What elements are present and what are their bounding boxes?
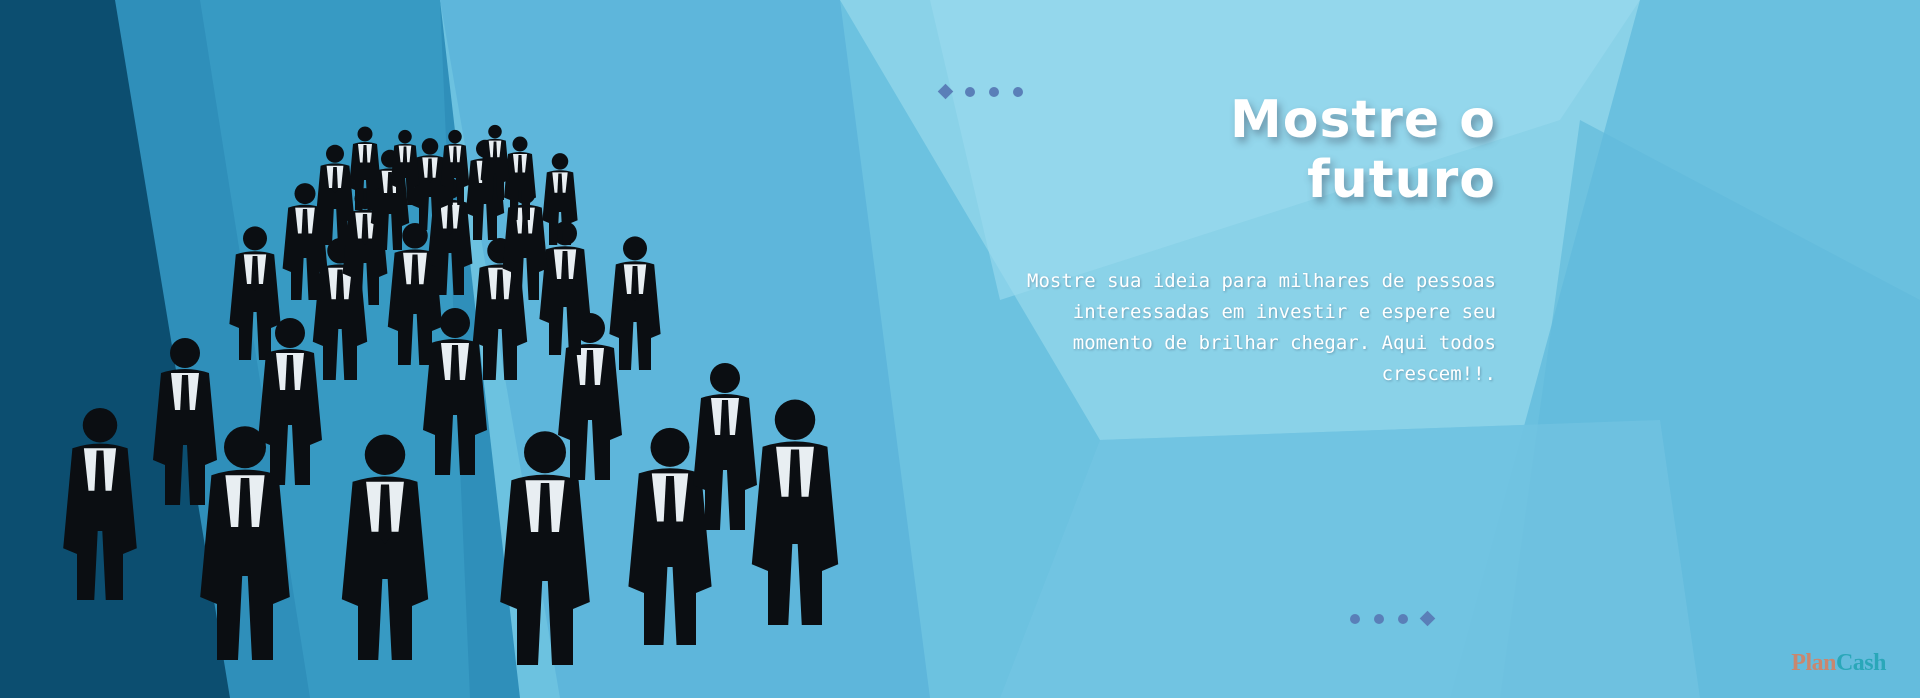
- logo-text-plan: Plan: [1791, 650, 1836, 676]
- dot-icon: [989, 86, 999, 97]
- plancash-logo[interactable]: PlanCash: [1791, 650, 1886, 677]
- diamond-icon: [937, 83, 954, 100]
- decor-dots-top: [937, 83, 1023, 100]
- hero-banner: Mostre o futuro Mostre sua ideia para mi…: [0, 0, 1920, 698]
- dot-icon: [1398, 613, 1408, 624]
- business-people-silhouettes: [63, 124, 839, 665]
- dot-icon: [1374, 613, 1384, 624]
- dot-icon: [1350, 613, 1360, 624]
- logo-text-cash: Cash: [1835, 650, 1887, 676]
- decor-dots-bottom: [1350, 610, 1436, 627]
- hero-title: Mostre o futuro: [1229, 90, 1496, 210]
- diamond-icon: [1419, 610, 1436, 627]
- dot-icon: [1013, 86, 1023, 97]
- dot-icon: [965, 86, 975, 97]
- hero-description: Mostre sua ideia para milhares de pessoa…: [1027, 270, 1496, 385]
